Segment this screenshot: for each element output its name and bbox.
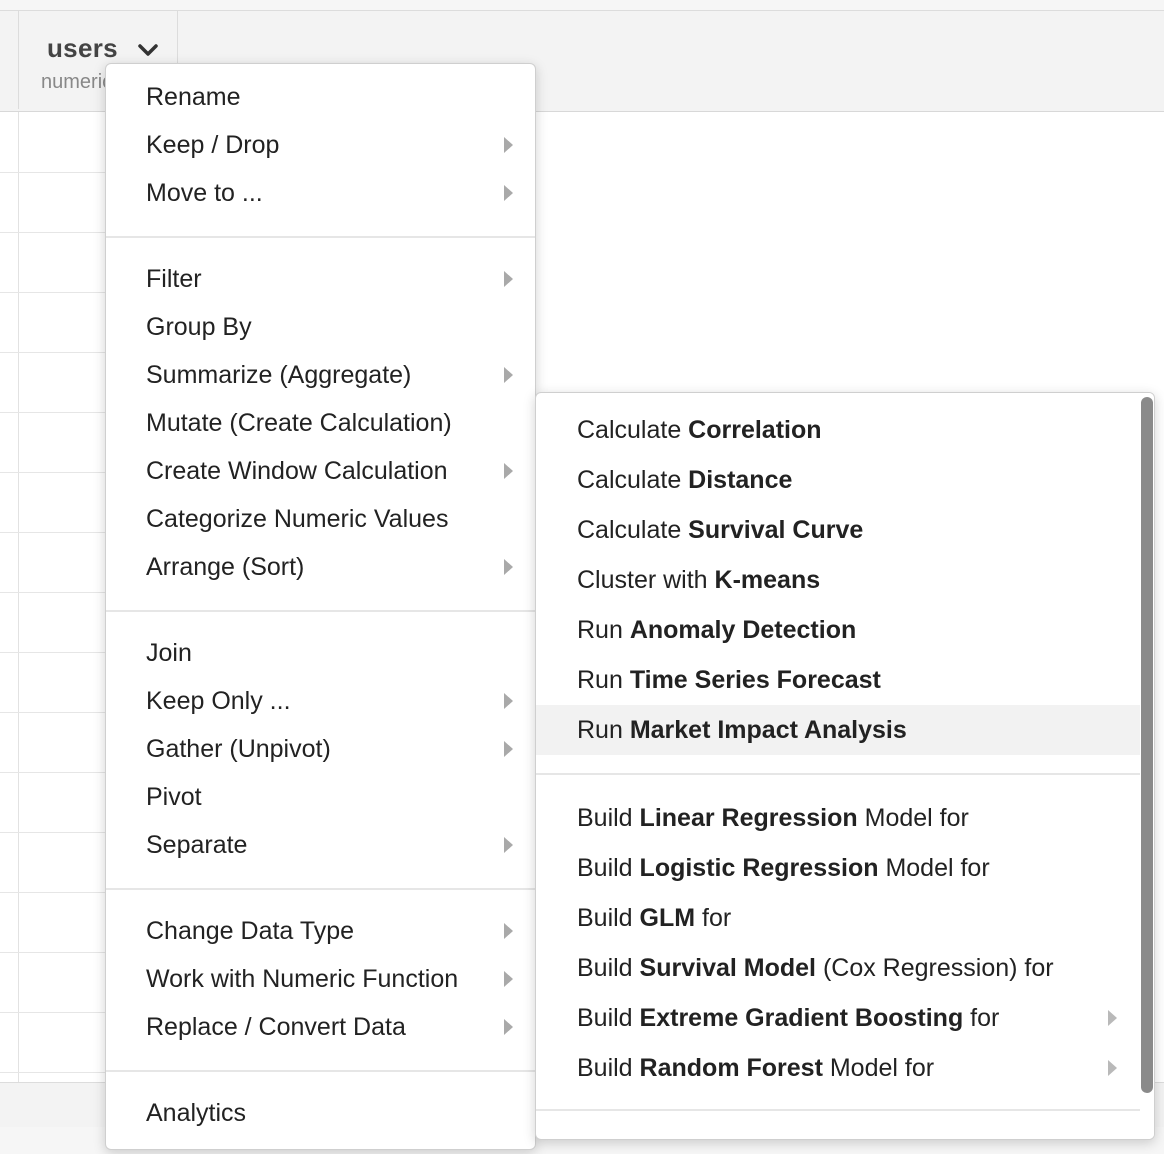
grid-row-line xyxy=(0,232,106,233)
submenu-item-correlation[interactable]: Calculate Correlation xyxy=(536,405,1140,455)
submenu-arrow-icon xyxy=(504,923,513,939)
analytics-submenu: Calculate Correlation Calculate Distance… xyxy=(535,392,1155,1140)
grid-row-line xyxy=(0,1072,106,1073)
submenu-arrow-icon xyxy=(504,1019,513,1035)
submenu-item-xgboost[interactable]: Build Extreme Gradient Boosting for xyxy=(536,993,1140,1043)
menu-item-join[interactable]: Join xyxy=(106,629,535,677)
submenu-item-glm[interactable]: Build GLM for xyxy=(536,893,1140,943)
submenu-item-logistic-regression[interactable]: Build Logistic Regression Model for xyxy=(536,843,1140,893)
submenu-item-anomaly-detection[interactable]: Run Anomaly Detection xyxy=(536,605,1140,655)
grid-row-line xyxy=(0,532,106,533)
grid-row-line xyxy=(0,892,106,893)
menu-separator xyxy=(536,1109,1140,1111)
grid-row-line xyxy=(0,652,106,653)
menu-item-arrange[interactable]: Arrange (Sort) xyxy=(106,543,535,591)
submenu-item-survival-curve[interactable]: Calculate Survival Curve xyxy=(536,505,1140,555)
menu-item-replace-convert[interactable]: Replace / Convert Data xyxy=(106,1003,535,1051)
menu-item-mutate[interactable]: Mutate (Create Calculation) xyxy=(106,399,535,447)
submenu-arrow-icon xyxy=(1108,1010,1117,1026)
grid-row-line xyxy=(0,172,106,173)
grid-column-line xyxy=(18,112,19,1082)
grid-row-line xyxy=(0,292,106,293)
menu-item-pivot[interactable]: Pivot xyxy=(106,773,535,821)
menu-separator xyxy=(106,888,535,890)
menu-item-numeric-function[interactable]: Work with Numeric Function xyxy=(106,955,535,1003)
submenu-item-linear-regression[interactable]: Build Linear Regression Model for xyxy=(536,793,1140,843)
column-type: numeric xyxy=(41,71,113,93)
menu-separator xyxy=(106,1070,535,1072)
menu-item-move-to[interactable]: Move to ... xyxy=(106,169,535,217)
menu-item-window-calculation[interactable]: Create Window Calculation xyxy=(106,447,535,495)
menu-item-separate[interactable]: Separate xyxy=(106,821,535,869)
menu-separator xyxy=(536,773,1140,775)
column-name: users xyxy=(47,33,118,63)
grid-row-line xyxy=(0,592,106,593)
submenu-arrow-icon xyxy=(1108,1060,1117,1076)
submenu-scrollbar-thumb[interactable] xyxy=(1141,397,1153,1093)
submenu-arrow-icon xyxy=(504,971,513,987)
menu-separator xyxy=(106,236,535,238)
menu-item-summarize[interactable]: Summarize (Aggregate) xyxy=(106,351,535,399)
submenu-arrow-icon xyxy=(504,559,513,575)
menu-item-change-data-type[interactable]: Change Data Type xyxy=(106,907,535,955)
menu-item-keep-drop[interactable]: Keep / Drop xyxy=(106,121,535,169)
submenu-arrow-icon xyxy=(504,463,513,479)
menu-item-categorize[interactable]: Categorize Numeric Values xyxy=(106,495,535,543)
grid-row-line xyxy=(0,832,106,833)
submenu-arrow-icon xyxy=(504,367,513,383)
submenu-item-distance[interactable]: Calculate Distance xyxy=(536,455,1140,505)
menu-item-keep-only[interactable]: Keep Only ... xyxy=(106,677,535,725)
menu-separator xyxy=(106,610,535,612)
submenu-item-random-forest[interactable]: Build Random Forest Model for xyxy=(536,1043,1140,1093)
grid-row-line xyxy=(0,772,106,773)
column-context-menu: Rename Keep / Drop Move to ... Filter Gr… xyxy=(105,63,536,1150)
menu-item-gather[interactable]: Gather (Unpivot) xyxy=(106,725,535,773)
grid-row-line xyxy=(0,472,106,473)
grid-row-line xyxy=(0,352,106,353)
submenu-arrow-icon xyxy=(504,837,513,853)
menu-item-analytics[interactable]: Analytics xyxy=(106,1089,535,1137)
submenu-arrow-icon xyxy=(504,137,513,153)
grid-row-line xyxy=(0,1012,106,1013)
submenu-item-time-series-forecast[interactable]: Run Time Series Forecast xyxy=(536,655,1140,705)
grid-row-line xyxy=(0,712,106,713)
grid-row-line xyxy=(0,412,106,413)
submenu-arrow-icon xyxy=(504,185,513,201)
submenu-arrow-icon xyxy=(504,741,513,757)
menu-item-rename[interactable]: Rename xyxy=(106,73,535,121)
menu-item-filter[interactable]: Filter xyxy=(106,255,535,303)
submenu-item-survival-model[interactable]: Build Survival Model (Cox Regression) fo… xyxy=(536,943,1140,993)
submenu-item-market-impact[interactable]: Run Market Impact Analysis xyxy=(536,705,1140,755)
submenu-arrow-icon xyxy=(504,271,513,287)
grid-row-line xyxy=(0,952,106,953)
submenu-arrow-icon xyxy=(504,693,513,709)
chevron-down-icon[interactable] xyxy=(137,39,159,61)
submenu-item-kmeans[interactable]: Cluster with K-means xyxy=(536,555,1140,605)
menu-item-group-by[interactable]: Group By xyxy=(106,303,535,351)
